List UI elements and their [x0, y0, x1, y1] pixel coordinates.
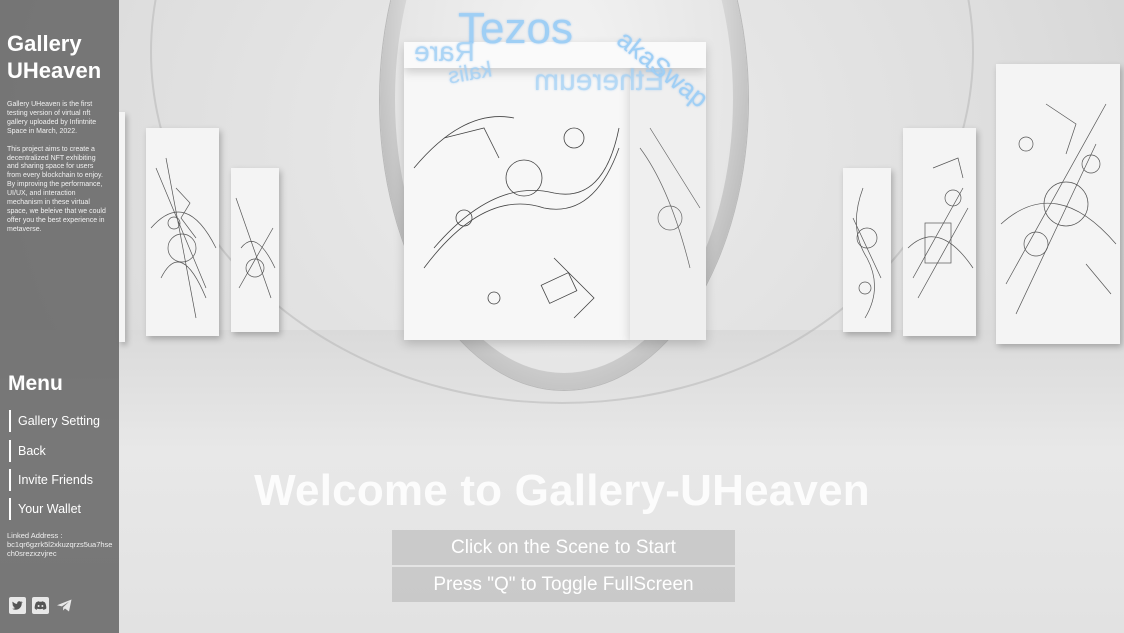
linked-address-label: Linked Address :	[7, 531, 63, 540]
sidebar: Gallery UHeaven Gallery UHeaven is the f…	[0, 0, 119, 633]
sketch-artwork	[413, 116, 620, 319]
floating-label-tezos: Tezos	[458, 4, 573, 53]
start-scene-button[interactable]: Click on the Scene to Start	[392, 530, 735, 565]
menu-item-your-wallet[interactable]: Your Wallet	[9, 498, 114, 520]
sketch-artwork	[235, 197, 276, 299]
telegram-icon[interactable]	[56, 597, 73, 614]
twitter-icon[interactable]	[9, 597, 26, 614]
artwork-cube-front[interactable]	[404, 68, 630, 340]
description-paragraph-1: Gallery UHeaven is the first testing ver…	[7, 101, 97, 135]
artwork-panel-left-3[interactable]	[231, 168, 279, 332]
menu-item-invite-friends[interactable]: Invite Friends	[9, 469, 114, 491]
artwork-panel-right-3[interactable]	[996, 64, 1120, 344]
gallery-description: Gallery UHeaven is the first testing ver…	[7, 101, 107, 244]
linked-address: Linked Address : bc1qr6gzrk5l2xkuzqrzs5u…	[7, 531, 115, 558]
menu-title: Menu	[8, 372, 63, 395]
menu-item-gallery-setting[interactable]: Gallery Setting	[9, 410, 114, 432]
menu-item-back[interactable]: Back	[9, 440, 114, 462]
artwork-panel-right-1[interactable]	[843, 168, 891, 332]
artwork-panel-left-2[interactable]	[146, 128, 219, 336]
sketch-artwork	[852, 187, 882, 319]
description-paragraph-2: This project aims to create a decentrali…	[7, 145, 106, 233]
welcome-heading: Welcome to Gallery-UHeaven	[254, 466, 870, 515]
sketch-artwork	[1000, 103, 1117, 315]
toggle-fullscreen-button[interactable]: Press "Q" to Toggle FullScreen	[392, 567, 735, 602]
gallery-title: Gallery UHeaven	[7, 31, 102, 83]
sketch-artwork	[150, 157, 217, 319]
linked-address-value: bc1qr6gzrk5l2xkuzqrzs5ua7hsech0srezxzvjr…	[7, 540, 113, 558]
sketch-artwork	[907, 157, 974, 299]
artwork-panel-right-2[interactable]	[903, 128, 976, 336]
artwork-panel-left-1[interactable]	[119, 112, 125, 342]
discord-icon[interactable]	[32, 597, 49, 614]
